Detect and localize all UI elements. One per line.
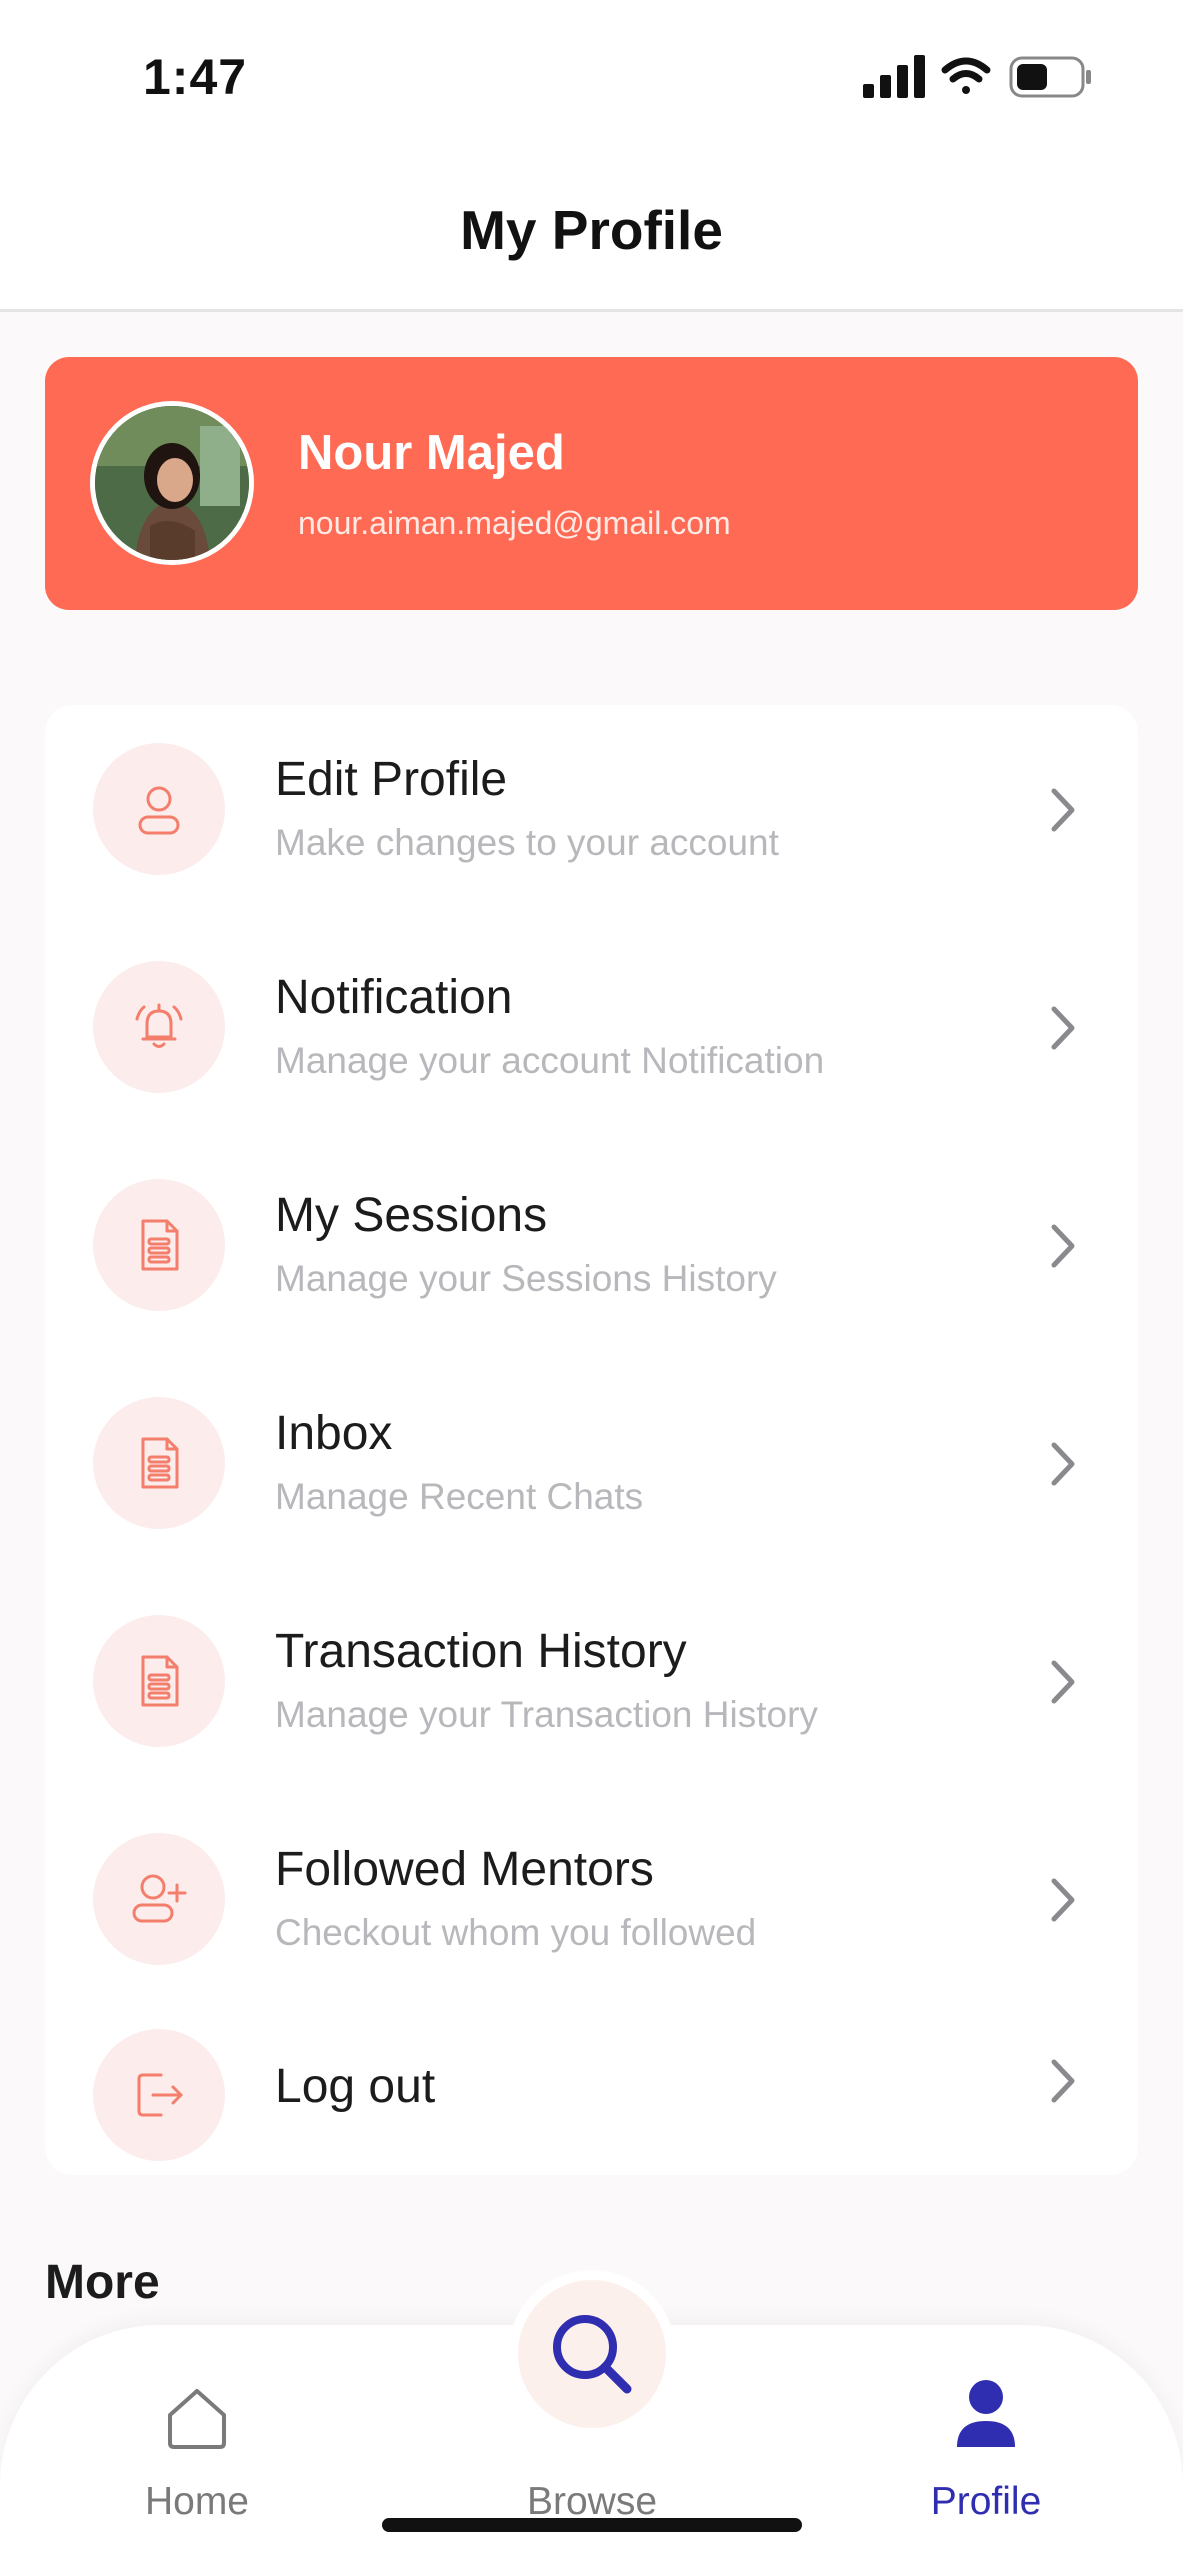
profile-card[interactable]: Nour Majed nour.aiman.majed@gmail.com <box>45 357 1138 610</box>
top-header: 1:47 My Profile <box>0 0 1183 312</box>
menu-item-notification[interactable]: Notification Manage your account Notific… <box>45 923 1138 1113</box>
search-icon <box>553 2315 632 2394</box>
menu-item-subtitle: Manage your account Notification <box>275 1040 825 1081</box>
menu-item-inbox[interactable]: Inbox Manage Recent Chats <box>45 1359 1138 1549</box>
menu-list: Edit Profile Make changes to your accoun… <box>45 705 1138 2175</box>
menu-item-edit-profile[interactable]: Edit Profile Make changes to your accoun… <box>45 705 1138 895</box>
menu-item-my-sessions[interactable]: My Sessions Manage your Sessions History <box>45 1141 1138 1331</box>
home-icon <box>168 2389 226 2449</box>
menu-item-title: Followed Mentors <box>275 1843 654 1896</box>
status-time: 1:47 <box>143 49 248 105</box>
user-icon <box>93 743 225 875</box>
more-section-title: More <box>45 2256 160 2309</box>
profile-icon <box>957 2380 1015 2447</box>
profile-email: nour.aiman.majed@gmail.com <box>298 505 731 541</box>
document-icon <box>93 1179 225 1311</box>
tab-home-label: Home <box>144 2480 250 2523</box>
battery-icon <box>1009 56 1091 98</box>
user-add-icon <box>93 1833 225 1965</box>
menu-item-subtitle: Manage Recent Chats <box>275 1476 644 1517</box>
chevron-right-icon <box>1051 1006 1075 1050</box>
tab-profile[interactable]: Profile <box>836 2325 1136 2560</box>
wifi-icon <box>941 57 991 94</box>
avatar <box>90 401 254 565</box>
menu-item-title: Notification <box>275 971 513 1024</box>
chevron-right-icon <box>1051 1442 1075 1486</box>
chevron-right-icon <box>1051 788 1075 832</box>
document-icon <box>93 1615 225 1747</box>
signal-icon <box>863 55 925 98</box>
menu-item-subtitle: Manage your Transaction History <box>275 1694 818 1735</box>
chevron-right-icon <box>1051 1660 1075 1704</box>
chevron-right-icon <box>1051 1224 1075 1268</box>
status-icons <box>863 52 1103 102</box>
browse-button[interactable] <box>518 2280 666 2428</box>
page-title: My Profile <box>460 199 723 261</box>
menu-item-subtitle: Checkout whom you followed <box>275 1912 757 1953</box>
home-indicator <box>382 2518 802 2532</box>
tab-profile-label: Profile <box>930 2480 1042 2523</box>
menu-item-title: Edit Profile <box>275 753 508 806</box>
menu-item-subtitle: Manage your Sessions History <box>275 1258 777 1299</box>
tab-home[interactable]: Home <box>47 2325 347 2560</box>
menu-item-transaction-history[interactable]: Transaction History Manage your Transact… <box>45 1577 1138 1767</box>
chevron-right-icon <box>1051 2059 1075 2103</box>
menu-item-followed-mentors[interactable]: Followed Mentors Checkout whom you follo… <box>45 1795 1138 1985</box>
profile-name: Nour Majed <box>298 426 565 480</box>
menu-item-logout[interactable]: Log out <box>45 1991 1138 2181</box>
logout-icon <box>93 2029 225 2161</box>
document-icon <box>93 1397 225 1529</box>
bell-icon <box>93 961 225 1093</box>
menu-item-title: Inbox <box>275 1407 393 1460</box>
menu-item-title: Log out <box>275 2060 436 2113</box>
menu-item-subtitle: Make changes to your account <box>275 822 779 863</box>
chevron-right-icon <box>1051 1878 1075 1922</box>
menu-item-title: My Sessions <box>275 1189 548 1242</box>
menu-item-title: Transaction History <box>275 1625 687 1678</box>
